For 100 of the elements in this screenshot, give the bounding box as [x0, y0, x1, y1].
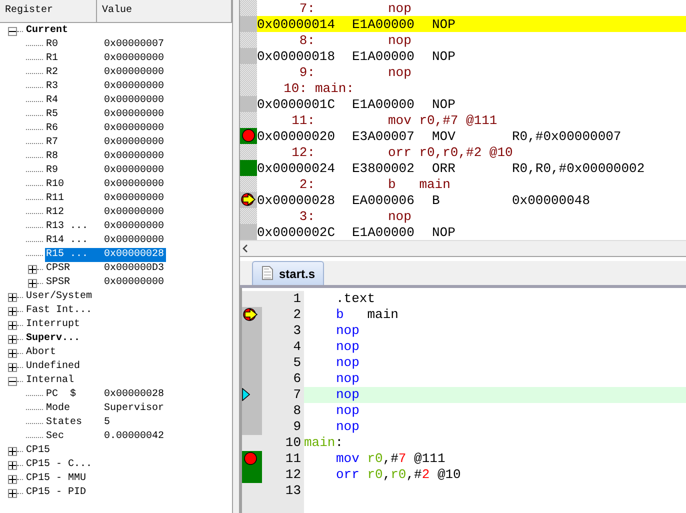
register-name[interactable]: Abort — [25, 346, 56, 360]
register-name[interactable]: CP15 - PID — [25, 486, 86, 500]
register-name[interactable]: R12 — [45, 206, 99, 220]
tree-line — [26, 226, 43, 228]
register-name[interactable]: States — [45, 416, 99, 430]
tree-line — [17, 492, 23, 494]
register-name[interactable]: PC $ — [45, 388, 99, 402]
gutter-cell — [240, 0, 257, 16]
gutter-cell — [240, 112, 257, 128]
register-name[interactable]: R14 ... — [45, 234, 99, 248]
source-line-number: 9: — [298, 64, 315, 80]
tree-line — [17, 30, 23, 32]
register-name[interactable]: Undefined — [25, 360, 80, 374]
register-name[interactable]: CP15 — [25, 444, 50, 458]
register-name[interactable]: Interrupt — [25, 318, 80, 332]
disassembly-line[interactable]: 0x00000018 E1A00000 NOP — [257, 48, 686, 64]
register-name[interactable]: R7 — [45, 136, 99, 150]
source-code: nop — [388, 64, 412, 80]
register-name[interactable]: User/System — [25, 290, 92, 304]
register-name[interactable]: CPSR — [45, 262, 99, 276]
disassembly-line[interactable]: 0x00000024 E3800002 ORR R0,R0,#0x00000002 — [257, 160, 686, 176]
expand-icon[interactable] — [8, 320, 17, 330]
mnemonic: NOP — [432, 96, 456, 112]
tree-line — [26, 72, 43, 74]
register-name[interactable]: R9 — [45, 164, 99, 178]
register-value: 0x00000000 — [103, 164, 166, 178]
register-name[interactable]: R6 — [45, 122, 99, 136]
line-number: 13 — [262, 483, 304, 499]
source-code: main: — [315, 80, 354, 96]
expand-icon[interactable] — [8, 306, 17, 316]
expand-icon[interactable] — [8, 474, 17, 484]
register-name[interactable]: R2 — [45, 66, 99, 80]
register-value: 0x00000000 — [103, 136, 166, 150]
register-name[interactable]: R3 — [45, 80, 99, 94]
column-header[interactable]: Value — [97, 0, 232, 22]
disassembly-line[interactable]: 0x0000001C E1A00000 NOP — [257, 96, 686, 112]
register-name[interactable]: R0 — [45, 38, 99, 52]
address: 0x00000014 — [257, 16, 336, 32]
tree-line — [26, 100, 43, 102]
tree-line — [26, 436, 43, 438]
register-name[interactable]: Sec — [45, 430, 99, 444]
collapse-icon[interactable] — [8, 376, 17, 386]
line-number: 2 — [262, 307, 304, 323]
register-name[interactable]: CP15 - C... — [25, 458, 92, 472]
expand-icon[interactable] — [8, 460, 17, 470]
line-number: 7 — [262, 387, 304, 403]
register-value: 0x00000000 — [103, 66, 166, 80]
tree-line — [26, 58, 43, 60]
source-line-number: 12: — [290, 144, 315, 160]
mnemonic: NOP — [432, 48, 456, 64]
expand-icon[interactable] — [8, 348, 17, 358]
register-name[interactable]: R13 ... — [45, 220, 99, 234]
register-value: 0x00000000 — [103, 94, 166, 108]
register-name[interactable]: R15 ... — [45, 248, 99, 262]
expand-icon[interactable] — [8, 334, 17, 344]
tree-line — [26, 408, 43, 410]
source-code: mov r0,#7 @111 — [388, 112, 498, 128]
register-name[interactable]: R1 — [45, 52, 99, 66]
line-number: 5 — [262, 355, 304, 371]
disassembly-line[interactable]: 0x0000002C E1A00000 NOP — [257, 224, 686, 240]
register-name[interactable]: R8 — [45, 150, 99, 164]
register-name[interactable]: Current — [25, 24, 68, 38]
register-name[interactable]: R4 — [45, 94, 99, 108]
column-header[interactable]: Register — [0, 0, 97, 22]
tree-line — [26, 184, 43, 186]
scroll-left-icon[interactable] — [242, 244, 248, 253]
tree-line — [17, 366, 23, 368]
register-name[interactable]: R5 — [45, 108, 99, 122]
register-name[interactable]: R10 — [45, 178, 99, 192]
gutter-cell — [240, 208, 257, 224]
register-name[interactable]: Internal — [25, 374, 74, 388]
expand-icon[interactable] — [28, 264, 37, 274]
disassembly-line[interactable]: 0x00000028 EA000006 B 0x00000048 — [257, 192, 686, 208]
register-name[interactable]: R11 — [45, 192, 99, 206]
operands: R0,#0x00000007 — [512, 128, 622, 144]
tree-line — [17, 478, 23, 480]
collapse-icon[interactable] — [8, 26, 17, 36]
register-value: 0x00000000 — [103, 220, 166, 234]
tree-line — [17, 464, 23, 466]
address: 0x00000024 — [257, 160, 336, 176]
expand-icon[interactable] — [8, 362, 17, 372]
file-tab[interactable]: start.s — [252, 261, 324, 285]
register-value: Supervisor — [103, 402, 166, 416]
register-name[interactable]: Fast Int... — [25, 304, 92, 318]
register-name[interactable]: Superv... — [25, 332, 80, 346]
disassembly-line[interactable]: 0x00000020 E3A00007 MOV R0,#0x00000007 — [257, 128, 686, 144]
register-name[interactable]: CP15 - MMU — [25, 472, 86, 486]
expand-icon[interactable] — [8, 488, 17, 498]
register-name[interactable]: SPSR — [45, 276, 99, 290]
tree-line — [17, 324, 23, 326]
source-line-number: 3: — [298, 208, 315, 224]
register-value: 0x00000028 — [102, 248, 166, 262]
opcode: E1A00000 — [352, 224, 416, 240]
expand-icon[interactable] — [8, 446, 17, 456]
register-name[interactable]: Mode — [45, 402, 99, 416]
expand-icon[interactable] — [8, 292, 17, 302]
tree-line — [17, 296, 23, 298]
line-number: 12 — [262, 467, 304, 483]
expand-icon[interactable] — [28, 278, 37, 288]
horizontal-scrollbar[interactable] — [240, 240, 686, 256]
